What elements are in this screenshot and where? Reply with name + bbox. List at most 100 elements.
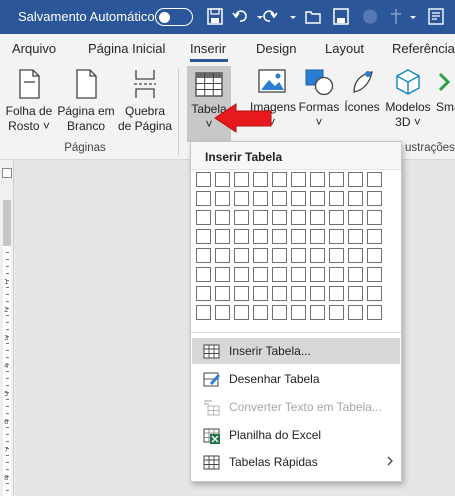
grid-cell[interactable] [215,210,230,225]
grid-cell[interactable] [196,172,211,187]
menu-item-inserir-tabela[interactable]: Inserir Tabela... [192,338,400,364]
grid-cell[interactable] [291,172,306,187]
folha-de-rosto-button[interactable]: Folha de Rosto ˅ [4,62,54,148]
grid-cell[interactable] [196,267,211,282]
grid-cell[interactable] [329,286,344,301]
quebra-de-pagina-button[interactable]: Quebra de Página [118,62,172,148]
grid-cell[interactable] [367,305,382,320]
grid-cell[interactable] [310,210,325,225]
grid-cell[interactable] [234,286,249,301]
grid-cell[interactable] [367,210,382,225]
grid-cell[interactable] [367,191,382,206]
grid-cell[interactable] [291,267,306,282]
tab-selector[interactable] [2,168,12,178]
grid-cell[interactable] [291,305,306,320]
redo-icon[interactable] [262,8,278,25]
tab-design[interactable]: Design [256,41,296,56]
redo-dropdown-icon[interactable] [285,8,301,25]
grid-cell[interactable] [310,229,325,244]
grid-cell[interactable] [348,191,363,206]
grid-cell[interactable] [272,229,287,244]
grid-cell[interactable] [215,305,230,320]
grid-cell[interactable] [367,172,382,187]
grid-cell[interactable] [196,210,211,225]
grid-cell[interactable] [329,210,344,225]
grid-cell[interactable] [215,248,230,263]
grid-cell[interactable] [367,286,382,301]
grid-cell[interactable] [291,286,306,301]
grid-cell[interactable] [234,305,249,320]
tab-layout[interactable]: Layout [325,41,364,56]
grid-cell[interactable] [310,191,325,206]
grid-cell[interactable] [215,229,230,244]
grid-cell[interactable] [196,286,211,301]
smartart-button[interactable]: Sma [436,62,455,148]
autosave-toggle[interactable] [155,8,193,26]
grid-cell[interactable] [329,229,344,244]
grid-cell[interactable] [291,229,306,244]
pagina-em-branco-button[interactable]: Página em Branco [56,62,116,148]
grid-cell[interactable] [272,286,287,301]
formas-button[interactable]: Formas ˅ [297,62,341,148]
grid-cell[interactable] [348,267,363,282]
icones-button[interactable]: Ícones [342,62,382,148]
grid-cell[interactable] [253,305,268,320]
grid-cell[interactable] [196,305,211,320]
grid-cell[interactable] [234,172,249,187]
grid-cell[interactable] [196,191,211,206]
grid-cell[interactable] [329,191,344,206]
grid-cell[interactable] [215,191,230,206]
form-icon[interactable] [428,8,444,25]
grid-cell[interactable] [348,305,363,320]
grid-cell[interactable] [272,210,287,225]
menu-item-desenhar-tabela[interactable]: Desenhar Tabela [192,366,400,392]
grid-cell[interactable] [310,267,325,282]
grid-cell[interactable] [367,248,382,263]
grid-cell[interactable] [234,210,249,225]
grid-cell[interactable] [253,172,268,187]
grid-cell[interactable] [310,305,325,320]
undo-icon[interactable] [232,8,248,25]
modelos-3d-button[interactable]: Modelos 3D ˅ [383,62,433,148]
save-icon[interactable] [207,8,223,25]
grid-cell[interactable] [272,305,287,320]
grid-cell[interactable] [367,267,382,282]
grid-cell[interactable] [196,248,211,263]
grid-cell[interactable] [348,229,363,244]
circle-icon[interactable] [362,8,378,25]
grid-cell[interactable] [215,172,230,187]
vertical-ruler[interactable]: 123456789 [0,160,14,496]
grid-cell[interactable] [215,267,230,282]
grid-cell[interactable] [329,248,344,263]
grid-cell[interactable] [291,248,306,263]
grid-cell[interactable] [310,248,325,263]
grid-cell[interactable] [272,248,287,263]
grid-cell[interactable] [348,172,363,187]
tab-referencias[interactable]: Referências [392,41,455,56]
grid-cell[interactable] [291,191,306,206]
grid-cell[interactable] [215,286,230,301]
grid-cell[interactable] [329,172,344,187]
tab-arquivo[interactable]: Arquivo [12,41,56,56]
grid-cell[interactable] [253,229,268,244]
grid-cell[interactable] [234,229,249,244]
grid-cell[interactable] [310,172,325,187]
open-folder-icon[interactable] [305,8,321,25]
grid-cell[interactable] [234,191,249,206]
customize-dropdown-icon[interactable] [405,8,421,25]
menu-item-tabelas-rapidas[interactable]: Tabelas Rápidas [192,449,400,475]
tab-pagina-inicial[interactable]: Página Inicial [88,41,165,56]
grid-cell[interactable] [253,248,268,263]
grid-cell[interactable] [253,191,268,206]
grid-cell[interactable] [253,210,268,225]
tab-inserir[interactable]: Inserir [190,41,226,56]
save-as-icon[interactable] [333,8,349,25]
grid-cell[interactable] [272,267,287,282]
grid-cell[interactable] [329,267,344,282]
grid-cell[interactable] [367,229,382,244]
grid-cell[interactable] [310,286,325,301]
grid-cell[interactable] [196,229,211,244]
grid-cell[interactable] [329,305,344,320]
grid-cell[interactable] [253,267,268,282]
grid-cell[interactable] [272,191,287,206]
